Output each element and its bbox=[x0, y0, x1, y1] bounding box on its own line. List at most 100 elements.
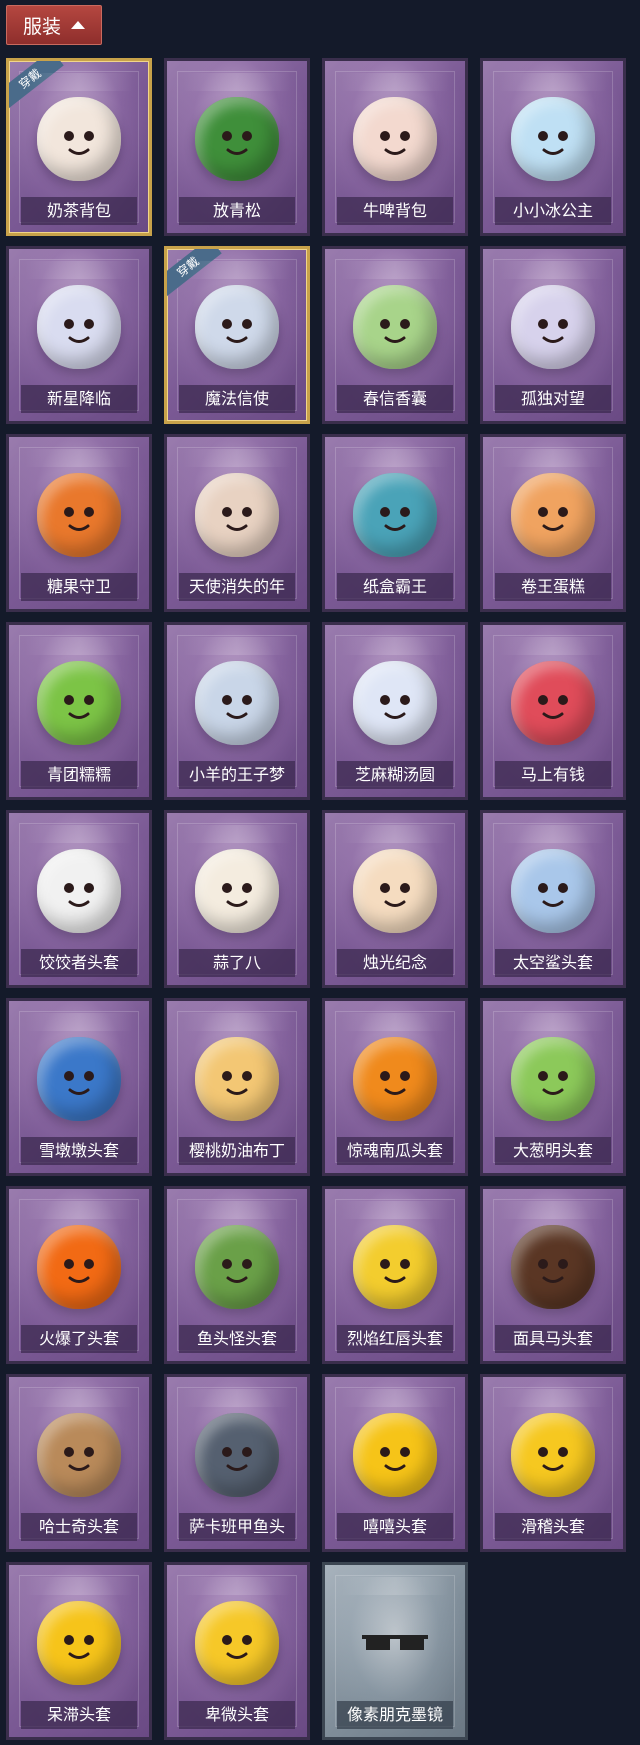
green-dumpling-icon bbox=[37, 661, 121, 745]
costume-card[interactable]: 大葱明头套 bbox=[480, 998, 626, 1176]
costume-card[interactable]: 青团糯糯 bbox=[6, 622, 152, 800]
box-dino-icon bbox=[353, 473, 437, 557]
costume-name: 滑稽头套 bbox=[495, 1513, 611, 1541]
costume-name: 像素朋克墨镜 bbox=[337, 1701, 453, 1729]
costume-name: 哈士奇头套 bbox=[21, 1513, 137, 1541]
costume-name: 雪墩墩头套 bbox=[21, 1137, 137, 1165]
costume-card[interactable]: 纸盒霸王 bbox=[322, 434, 468, 612]
fish-head-icon bbox=[195, 1225, 279, 1309]
costume-name: 糖果守卫 bbox=[21, 573, 137, 601]
costume-card[interactable]: 面具马头套 bbox=[480, 1186, 626, 1364]
costume-card[interactable]: 芝麻糊汤圆 bbox=[322, 622, 468, 800]
costume-name: 烛光纪念 bbox=[337, 949, 453, 977]
pikachu-lips-icon bbox=[353, 1225, 437, 1309]
costume-card[interactable]: 樱桃奶油布丁 bbox=[164, 998, 310, 1176]
roll-cake-icon bbox=[511, 473, 595, 557]
shark-head-icon bbox=[511, 849, 595, 933]
costume-grid: 穿戴 奶茶背包 放青松 牛啤背包 小小冰公主 新星降临 穿戴 魔法信使 春信香囊 孤独对望 糖果守卫… bbox=[6, 58, 626, 1740]
chevron-up-icon bbox=[71, 21, 85, 29]
costume-card[interactable]: 嘻嘻头套 bbox=[322, 1374, 468, 1552]
humble-emoji-icon bbox=[195, 1601, 279, 1685]
costume-name: 天使消失的年 bbox=[179, 573, 295, 601]
costume-card[interactable]: 放青松 bbox=[164, 58, 310, 236]
costume-card[interactable]: 穿戴魔法信使 bbox=[164, 246, 310, 424]
sacabambaspis-icon bbox=[195, 1413, 279, 1497]
scallion-head-icon bbox=[511, 1037, 595, 1121]
costume-name: 牛啤背包 bbox=[337, 197, 453, 225]
costume-card[interactable]: 天使消失的年 bbox=[164, 434, 310, 612]
snow-hat-icon bbox=[37, 1037, 121, 1121]
angel-doll-icon bbox=[195, 473, 279, 557]
red-horse-icon bbox=[511, 661, 595, 745]
milk-tea-backpack-icon bbox=[37, 97, 121, 181]
costume-card[interactable]: 烛光纪念 bbox=[322, 810, 468, 988]
cow-beer-mug-icon bbox=[353, 97, 437, 181]
costume-card[interactable]: 卑微头套 bbox=[164, 1562, 310, 1740]
costume-name: 火爆了头套 bbox=[21, 1325, 137, 1353]
costume-card[interactable]: 惊魂南瓜头套 bbox=[322, 998, 468, 1176]
pudding-icon bbox=[195, 1037, 279, 1121]
pumpkin-scarecrow-icon bbox=[37, 473, 121, 557]
costume-card[interactable]: 马上有钱 bbox=[480, 622, 626, 800]
costume-card[interactable]: 穿戴奶茶背包 bbox=[6, 58, 152, 236]
costume-card[interactable]: 鱼头怪头套 bbox=[164, 1186, 310, 1364]
costume-name: 大葱明头套 bbox=[495, 1137, 611, 1165]
dazed-emoji-icon bbox=[37, 1601, 121, 1685]
fire-head-icon bbox=[37, 1225, 121, 1309]
costume-card[interactable]: 春信香囊 bbox=[322, 246, 468, 424]
costume-card[interactable]: 小羊的王子梦 bbox=[164, 622, 310, 800]
costume-name: 放青松 bbox=[179, 197, 295, 225]
costume-name: 鱼头怪头套 bbox=[179, 1325, 295, 1353]
sachet-icon bbox=[353, 285, 437, 369]
worn-badge: 穿戴 bbox=[167, 249, 222, 297]
costume-name: 烈焰红唇头套 bbox=[337, 1325, 453, 1353]
costume-card[interactable]: 新星降临 bbox=[6, 246, 152, 424]
costume-card[interactable]: 烈焰红唇头套 bbox=[322, 1186, 468, 1364]
costume-card[interactable]: 萨卡班甲鱼头 bbox=[164, 1374, 310, 1552]
costume-name: 小羊的王子梦 bbox=[179, 761, 295, 789]
costume-card[interactable]: 哈士奇头套 bbox=[6, 1374, 152, 1552]
costume-name: 萨卡班甲鱼头 bbox=[179, 1513, 295, 1541]
star-doll-icon bbox=[37, 285, 121, 369]
costume-name: 青团糯糯 bbox=[21, 761, 137, 789]
costume-name: 樱桃奶油布丁 bbox=[179, 1137, 295, 1165]
costume-card[interactable]: 呆滞头套 bbox=[6, 1562, 152, 1740]
costume-card[interactable]: 饺饺者头套 bbox=[6, 810, 152, 988]
funny-emoji-icon bbox=[511, 1413, 595, 1497]
pixel-sunglasses-icon bbox=[353, 1601, 437, 1685]
costume-name: 纸盒霸王 bbox=[337, 573, 453, 601]
costume-card[interactable]: 孤独对望 bbox=[480, 246, 626, 424]
costume-name: 卷王蛋糕 bbox=[495, 573, 611, 601]
section-title: 服装 bbox=[22, 15, 61, 38]
costume-card[interactable]: 像素朋克墨镜 bbox=[322, 1562, 468, 1740]
costume-section-toggle[interactable]: 服装 bbox=[6, 5, 102, 45]
costume-name: 蒜了八 bbox=[179, 949, 295, 977]
horse-mask-icon bbox=[511, 1225, 595, 1309]
costume-name: 奶茶背包 bbox=[21, 197, 137, 225]
costume-name: 太空鲨头套 bbox=[495, 949, 611, 977]
costume-card[interactable]: 牛啤背包 bbox=[322, 58, 468, 236]
elephant-icon bbox=[195, 285, 279, 369]
costume-name: 魔法信使 bbox=[179, 385, 295, 413]
costume-name: 面具马头套 bbox=[495, 1325, 611, 1353]
costume-name: 孤独对望 bbox=[495, 385, 611, 413]
sheep-prince-icon bbox=[195, 661, 279, 745]
costume-card[interactable]: 太空鲨头套 bbox=[480, 810, 626, 988]
costume-card[interactable]: 火爆了头套 bbox=[6, 1186, 152, 1364]
costume-card[interactable]: 卷王蛋糕 bbox=[480, 434, 626, 612]
costume-card[interactable]: 雪墩墩头套 bbox=[6, 998, 152, 1176]
costume-name: 呆滞头套 bbox=[21, 1701, 137, 1729]
costume-card[interactable]: 糖果守卫 bbox=[6, 434, 152, 612]
pumpkin-head-icon bbox=[353, 1037, 437, 1121]
costume-card[interactable]: 蒜了八 bbox=[164, 810, 310, 988]
ice-princess-icon bbox=[511, 97, 595, 181]
worn-badge: 穿戴 bbox=[9, 61, 64, 109]
costume-card[interactable]: 滑稽头套 bbox=[480, 1374, 626, 1552]
costume-name: 小小冰公主 bbox=[495, 197, 611, 225]
costume-name: 嘻嘻头套 bbox=[337, 1513, 453, 1541]
costume-card[interactable]: 小小冰公主 bbox=[480, 58, 626, 236]
costume-name: 新星降临 bbox=[21, 385, 137, 413]
candle-icon bbox=[353, 849, 437, 933]
bonsai-pine-icon bbox=[195, 97, 279, 181]
costume-name: 惊魂南瓜头套 bbox=[337, 1137, 453, 1165]
